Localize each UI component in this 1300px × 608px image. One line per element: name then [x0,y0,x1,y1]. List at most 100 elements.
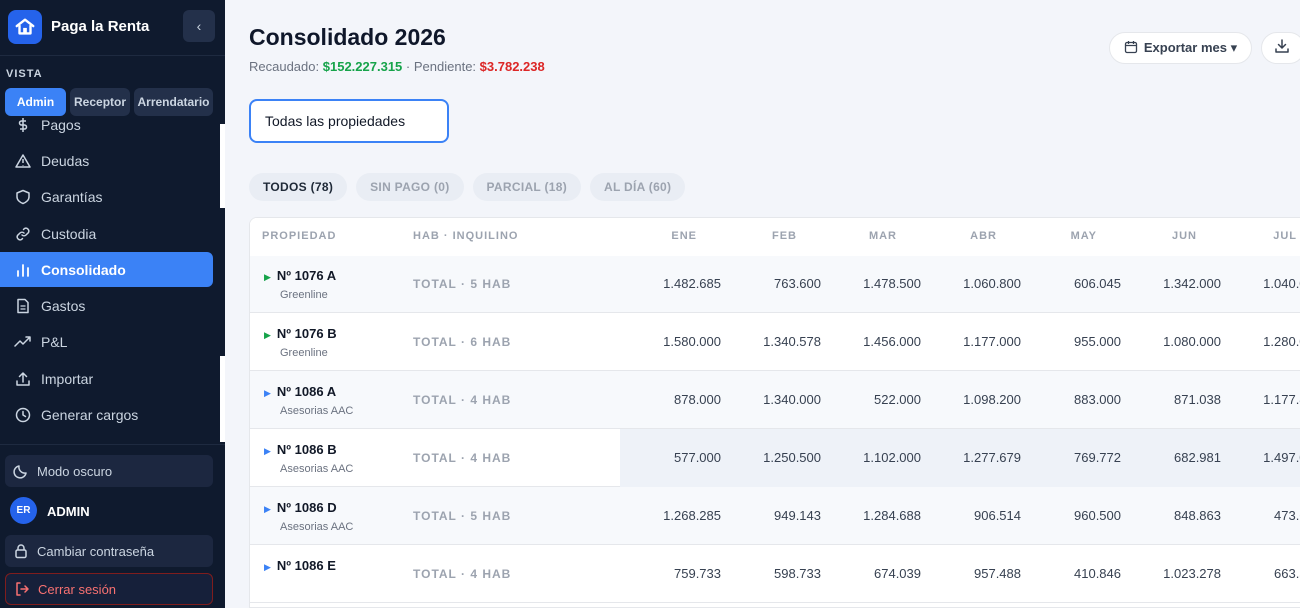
table-row[interactable]: ▶ Nº 1086 A Asesorias AAC TOTAL · 4 HAB 878.… [250,371,1300,429]
month-amount[interactable]: 949.143 [731,508,821,523]
col-hab-inquilino[interactable]: HAB · INQUILINO [413,230,518,242]
month-amount[interactable]: 663.528 [1231,566,1300,581]
col-feb[interactable]: FEB [717,230,797,242]
month-amount[interactable]: 1.098.200 [931,392,1021,407]
property-name[interactable]: ▶ Nº 1076 B [264,326,337,341]
col-may[interactable]: MAY [1017,230,1097,242]
month-amount[interactable]: 682.981 [1131,450,1221,465]
property-name[interactable]: ▶ Nº 1086 D [264,500,337,515]
month-amount[interactable]: 763.600 [731,276,821,291]
month-amount[interactable]: 1.280.000 [1231,334,1300,349]
property-name[interactable]: ▶ Nº 1086 A [264,384,336,399]
month-amount[interactable]: 1.060.800 [931,276,1021,291]
nav-item-deudas[interactable]: Deudas [0,143,213,178]
month-amount[interactable]: 577.000 [631,450,721,465]
expand-arrow-icon[interactable]: ▶ [264,388,271,398]
month-amount[interactable]: 759.733 [631,566,721,581]
nav-item-custodia[interactable]: Custodia [0,216,213,251]
table-row[interactable]: ▶ Nº 1086 D Asesorias AAC TOTAL · 5 HAB 1.26… [250,487,1300,545]
col-jul[interactable]: JUL [1217,230,1297,242]
main-content: Consolidado 2026 Recaudado: $152.227.315… [225,0,1300,608]
nav-item-importar[interactable]: Importar [0,361,213,396]
month-amount[interactable]: 1.497.000 [1231,450,1300,465]
month-amount[interactable]: 473.694 [1231,508,1300,523]
col-ene[interactable]: ENE [617,230,697,242]
table-row[interactable]: ▶ Nº 1076 B Greenline TOTAL · 6 HAB 1.580.00… [250,313,1300,371]
vista-tab-admin[interactable]: Admin [5,88,66,116]
nav-item-generar-cargos[interactable]: Generar cargos [0,397,213,432]
property-owner: Greenline [280,347,328,359]
month-amount[interactable]: 1.340.000 [731,392,821,407]
filter-parcial[interactable]: PARCIAL (18) [472,173,582,201]
month-amount[interactable]: 848.863 [1131,508,1221,523]
month-amount[interactable]: 522.000 [831,392,921,407]
month-amount[interactable]: 960.500 [1031,508,1121,523]
nav-item-consolidado[interactable]: Consolidado [0,252,213,287]
month-amount[interactable]: 871.038 [1131,392,1221,407]
month-amount[interactable]: 1.268.285 [631,508,721,523]
expand-arrow-icon[interactable]: ▶ [264,330,271,340]
vista-tab-receptor[interactable]: Receptor [70,88,130,116]
nav-item-garantias[interactable]: Garantías [0,179,213,214]
col-jun[interactable]: JUN [1117,230,1197,242]
month-amount[interactable]: 1.040.015 [1231,276,1300,291]
download-button[interactable] [1261,32,1300,64]
table-row[interactable]: ▶ Nº 1086 E TOTAL · 4 HAB 759.733 598.733 674… [250,545,1300,603]
month-amount[interactable]: 1.340.578 [731,334,821,349]
logout-button[interactable]: Cerrar sesión [5,573,213,605]
month-amount[interactable]: 883.000 [1031,392,1121,407]
expand-arrow-icon[interactable]: ▶ [264,446,271,456]
export-month-button[interactable]: Exportar mes ▾ [1109,32,1252,64]
filter-al-dia[interactable]: AL DÍA (60) [590,173,686,201]
expand-arrow-icon[interactable]: ▶ [264,504,271,514]
expand-arrow-icon[interactable]: ▶ [264,272,271,282]
month-amount[interactable]: 674.039 [831,566,921,581]
month-amount[interactable]: 957.488 [931,566,1021,581]
nav-item-pl[interactable]: P&L [0,324,213,359]
col-mar[interactable]: MAR [817,230,897,242]
col-abr[interactable]: ABR [917,230,997,242]
table-row[interactable]: ▶ Nº 1076 A Greenline TOTAL · 5 HAB 1.482.68… [250,255,1300,313]
property-name[interactable]: ▶ Nº 1086 E [264,558,336,573]
expand-arrow-icon[interactable]: ▶ [264,562,271,572]
property-name[interactable]: ▶ Nº 1076 A [264,268,336,283]
month-amount[interactable]: 955.000 [1031,334,1121,349]
month-amount[interactable]: 1.080.000 [1131,334,1221,349]
month-amount[interactable]: 1.342.000 [1131,276,1221,291]
nav-label: Custodia [41,225,97,242]
table-row[interactable]: ▶ Nº 1086 B Asesorias AAC TOTAL · 4 HAB 577.… [250,429,1300,487]
month-amount[interactable]: 1.177.820 [1231,392,1300,407]
month-amount[interactable]: 1.284.688 [831,508,921,523]
month-amount[interactable]: 878.000 [631,392,721,407]
nav-item-pagos[interactable]: Pagos [0,116,213,142]
month-amount[interactable]: 1.250.500 [731,450,821,465]
month-amount[interactable]: 1.102.000 [831,450,921,465]
filter-todos[interactable]: TODOS (78) [249,173,348,201]
property-select[interactable]: Todas las propiedades [249,99,449,143]
month-amount[interactable]: 598.733 [731,566,821,581]
month-amount[interactable]: 1.277.679 [931,450,1021,465]
month-amount[interactable]: 1.478.500 [831,276,921,291]
collapse-sidebar-button[interactable]: ‹ [183,10,215,42]
month-amount[interactable]: 769.772 [1031,450,1121,465]
month-amount[interactable]: 1.580.000 [631,334,721,349]
property-name[interactable]: ▶ Nº 1086 B [264,442,337,457]
month-amount[interactable]: 906.514 [931,508,1021,523]
month-amount[interactable]: 1.456.000 [831,334,921,349]
month-amount[interactable]: 1.177.000 [931,334,1021,349]
status-filters: TODOS (78) SIN PAGO (0) PARCIAL (18) AL … [249,173,686,201]
filter-sin-pago[interactable]: SIN PAGO (0) [356,173,464,201]
nav-item-gastos[interactable]: Gastos [0,288,213,323]
property-label: Nº 1086 D [276,500,337,515]
month-amount[interactable]: 606.045 [1031,276,1121,291]
dark-mode-button[interactable]: Modo oscuro [5,455,213,487]
vista-tab-arrendatario[interactable]: Arrendatario [134,88,213,116]
hab-summary: TOTAL · 5 HAB [413,509,512,523]
change-password-button[interactable]: Cambiar contraseña [5,535,213,567]
month-amount[interactable]: 1.023.278 [1131,566,1221,581]
vista-tabs: Admin Receptor Arrendatario [5,88,213,116]
month-amount[interactable]: 1.482.685 [631,276,721,291]
nav-label: Gastos [41,297,86,314]
month-amount[interactable]: 410.846 [1031,566,1121,581]
col-propiedad[interactable]: PROPIEDAD [262,230,336,242]
